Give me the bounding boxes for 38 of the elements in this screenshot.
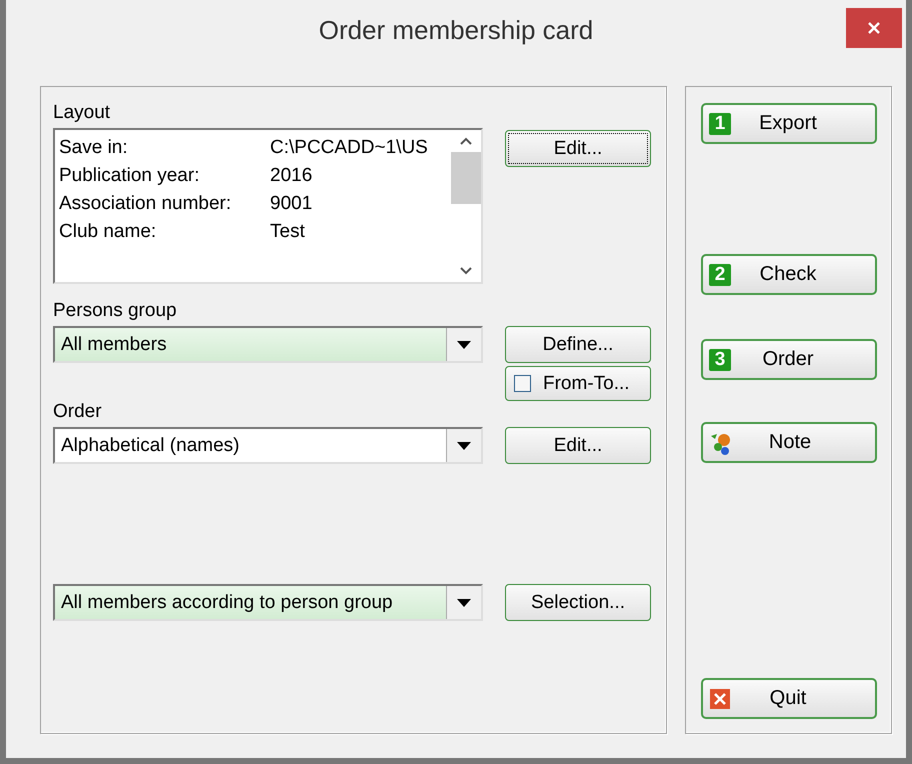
action-button[interactable]: 1 Export bbox=[701, 103, 877, 144]
list-field-value: C:\PCCADD~1\US bbox=[270, 137, 428, 159]
list-field-value: 9001 bbox=[270, 193, 312, 215]
section-label: Persons group bbox=[53, 300, 177, 322]
window-title: Order membership card bbox=[318, 14, 594, 46]
dropdown-arrow-icon bbox=[457, 442, 471, 450]
number-badge-icon: 2 bbox=[709, 264, 731, 286]
from-to-checkbox[interactable]: From-To... bbox=[505, 366, 651, 401]
dropdown[interactable]: All members bbox=[53, 326, 483, 363]
selection-button[interactable]: Selection... bbox=[505, 584, 651, 621]
action-button[interactable]: Note bbox=[701, 422, 877, 463]
dropdown-arrow-icon bbox=[457, 598, 471, 606]
close-button[interactable] bbox=[846, 8, 902, 48]
edit-button[interactable]: Edit... bbox=[505, 130, 651, 167]
scroll-up-icon[interactable] bbox=[459, 136, 473, 146]
dropdown-arrow-icon bbox=[457, 340, 471, 348]
list-field-label: Publication year: bbox=[59, 165, 200, 187]
action-button[interactable]: 2 Check bbox=[701, 254, 877, 295]
dropdown[interactable]: All members according to person group bbox=[53, 584, 483, 621]
list-field-label: Club name: bbox=[59, 221, 158, 243]
number-badge-icon: 1 bbox=[709, 112, 731, 134]
scrollbar-thumb[interactable] bbox=[451, 152, 481, 204]
dropdown[interactable]: Alphabetical (names) bbox=[53, 427, 483, 464]
close-icon bbox=[709, 688, 731, 710]
list-field-value: Test bbox=[270, 221, 305, 243]
close-icon bbox=[866, 20, 882, 36]
action-button[interactable]: Quit bbox=[701, 678, 877, 719]
list-field-label: Association number: bbox=[59, 193, 232, 215]
list-field-value: 2016 bbox=[270, 165, 312, 187]
section-label: Order bbox=[53, 401, 102, 423]
list-field-label: Save in: bbox=[59, 137, 129, 159]
edit-button[interactable]: Edit... bbox=[505, 427, 651, 464]
action-button[interactable]: 3 Order bbox=[701, 339, 877, 380]
define-button[interactable]: Define... bbox=[505, 326, 651, 363]
scroll-down-icon[interactable] bbox=[459, 266, 473, 276]
number-badge-icon: 3 bbox=[709, 348, 731, 370]
section-label: Layout bbox=[53, 102, 110, 124]
layout-list[interactable]: Save in: C:\PCCADD~1\US Publication year: 2016 Association number: 9001 Club name: Test bbox=[53, 128, 483, 284]
